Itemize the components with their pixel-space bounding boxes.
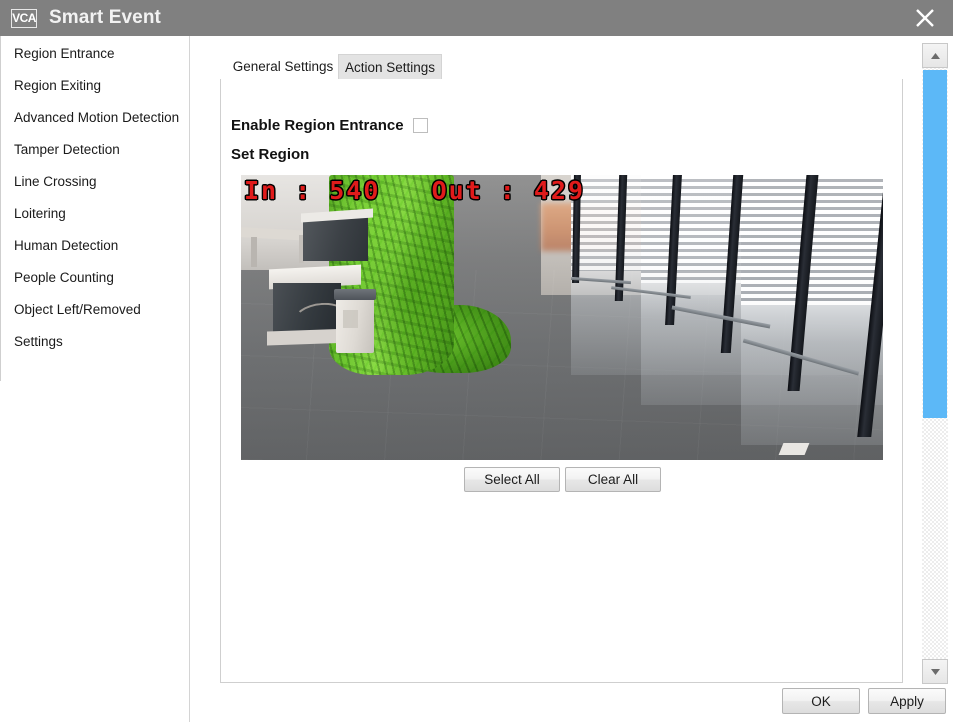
sidebar-item-advanced-motion-detection[interactable]: Advanced Motion Detection bbox=[0, 101, 189, 133]
sidebar-item-label: People Counting bbox=[14, 269, 114, 285]
sidebar-item-settings[interactable]: Settings bbox=[0, 325, 189, 357]
scroll-up-arrow-icon bbox=[930, 52, 940, 59]
vca-icon: VCA bbox=[11, 8, 37, 28]
close-icon bbox=[916, 9, 934, 27]
scrollbar-thumb[interactable] bbox=[923, 70, 947, 418]
scroll-down-button[interactable] bbox=[922, 659, 948, 684]
video-door-stop bbox=[778, 443, 810, 455]
window-titlebar: VCA Smart Event bbox=[0, 0, 953, 36]
sidebar-item-object-left-removed[interactable]: Object Left/Removed bbox=[0, 293, 189, 325]
enable-region-entrance-row: Enable Region Entrance bbox=[231, 117, 428, 134]
select-all-button[interactable]: Select All bbox=[464, 467, 560, 492]
general-settings-panel: Enable Region Entrance Set Region In: 5… bbox=[220, 79, 903, 683]
scroll-up-button[interactable] bbox=[922, 43, 948, 68]
sidebar-item-label: Region Exiting bbox=[14, 77, 102, 93]
video-trash-bin-label bbox=[343, 310, 358, 328]
tab-label: Action Settings bbox=[344, 59, 436, 75]
sidebar-item-label: Region Entrance bbox=[14, 45, 115, 61]
enable-region-entrance-checkbox[interactable] bbox=[412, 118, 428, 133]
sidebar-item-region-entrance[interactable]: Region Entrance bbox=[0, 37, 189, 69]
sidebar-item-human-detection[interactable]: Human Detection bbox=[0, 229, 189, 261]
sidebar-item-label: Loitering bbox=[14, 205, 66, 221]
apply-button[interactable]: Apply bbox=[868, 688, 946, 714]
sidebar-item-label: Tamper Detection bbox=[14, 141, 120, 157]
sidebar-list: Region Entrance Region Exiting Advanced … bbox=[0, 36, 189, 357]
window-title: Smart Event bbox=[49, 7, 161, 28]
video-preview[interactable]: In : 540 Out : 429 bbox=[241, 175, 883, 460]
sidebar: Region Entrance Region Exiting Advanced … bbox=[0, 36, 190, 722]
set-region-label: Set Region bbox=[231, 146, 310, 163]
tab-strip: General Settings Action Settings bbox=[220, 54, 903, 79]
tab-label: General Settings bbox=[232, 59, 334, 74]
sidebar-item-label: Line Crossing bbox=[14, 173, 97, 189]
sidebar-item-people-counting[interactable]: People Counting bbox=[0, 261, 189, 293]
video-trash-bin-lid bbox=[334, 289, 376, 300]
sidebar-item-label: Object Left/Removed bbox=[14, 301, 141, 317]
clear-all-button[interactable]: Clear All bbox=[565, 467, 661, 492]
sidebar-item-loitering[interactable]: Loitering bbox=[0, 197, 189, 229]
video-storage-box-upper bbox=[303, 217, 368, 261]
sidebar-item-region-exiting[interactable]: Region Exiting bbox=[0, 69, 189, 101]
sidebar-item-line-crossing[interactable]: Line Crossing bbox=[0, 165, 189, 197]
tab-action-settings[interactable]: Action Settings bbox=[338, 54, 442, 79]
vertical-scrollbar[interactable] bbox=[922, 43, 948, 684]
content-panel: General Settings Action Settings Enable … bbox=[220, 46, 903, 683]
sidebar-item-label: Settings bbox=[14, 333, 63, 349]
sidebar-item-label: Human Detection bbox=[14, 237, 119, 253]
ok-button[interactable]: OK bbox=[782, 688, 860, 714]
video-desk-leg bbox=[251, 237, 257, 267]
scroll-down-arrow-icon bbox=[930, 668, 940, 675]
sidebar-item-label: Advanced Motion Detection bbox=[14, 109, 180, 125]
sidebar-item-tamper-detection[interactable]: Tamper Detection bbox=[0, 133, 189, 165]
close-button[interactable] bbox=[897, 0, 953, 36]
tab-general-settings[interactable]: General Settings bbox=[230, 54, 336, 79]
enable-region-entrance-label: Enable Region Entrance bbox=[231, 117, 404, 134]
